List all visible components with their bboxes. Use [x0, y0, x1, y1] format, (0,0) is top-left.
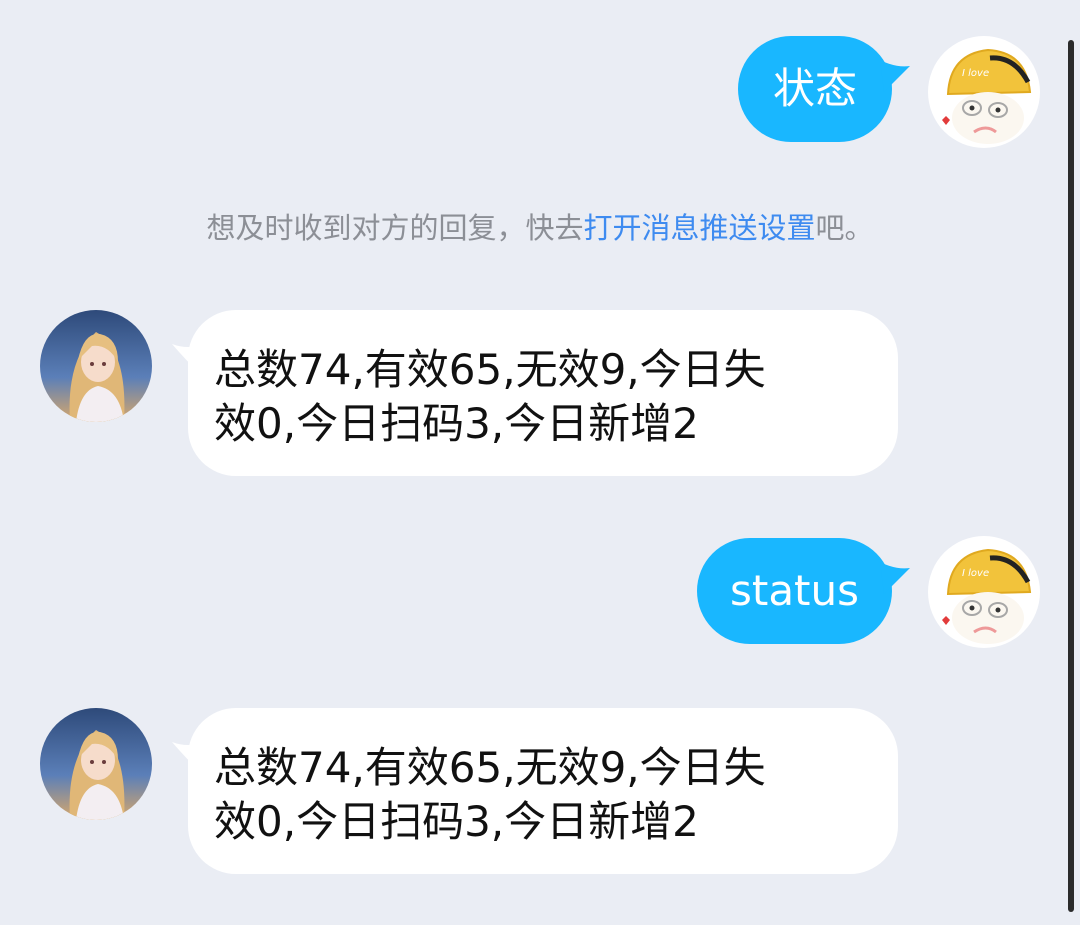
message-text-line: 总数74,有效65,无效9,今日失: [214, 345, 766, 394]
message-text: 状态: [772, 64, 857, 113]
chat-area[interactable]: 状态 I love 想及时收到对方的回复，快去打开消息推送设置吧。 总数74,有…: [0, 0, 1080, 925]
hint-text-prefix: 想及时收到对方的回复，快去: [206, 211, 584, 245]
message-text: status: [729, 566, 860, 615]
bubble-tail: [880, 60, 910, 92]
cap-text: I love: [962, 568, 989, 579]
bot-avatar[interactable]: [40, 708, 152, 820]
outgoing-message-bubble[interactable]: status: [697, 538, 892, 644]
message-text-line: 效0,今日扫码3,今日新增2: [214, 399, 699, 448]
my-avatar[interactable]: I love: [928, 536, 1040, 648]
incoming-message-bubble[interactable]: 总数74,有效65,无效9,今日失 效0,今日扫码3,今日新增2: [188, 708, 898, 874]
outgoing-message-bubble[interactable]: 状态: [738, 36, 892, 142]
open-push-settings-link[interactable]: 打开消息推送设置: [583, 211, 815, 245]
push-notification-hint: 想及时收到对方的回复，快去打开消息推送设置吧。: [0, 208, 1080, 248]
bot-avatar[interactable]: [40, 310, 152, 422]
bubble-tail: [880, 562, 910, 594]
message-text-line: 总数74,有效65,无效9,今日失: [214, 743, 766, 792]
message-text-line: 效0,今日扫码3,今日新增2: [214, 797, 699, 846]
incoming-message-bubble[interactable]: 总数74,有效65,无效9,今日失 效0,今日扫码3,今日新增2: [188, 310, 898, 476]
hint-text-suffix: 吧。: [815, 211, 874, 245]
scrollbar[interactable]: [1068, 40, 1074, 912]
cap-text: I love: [962, 68, 989, 79]
my-avatar[interactable]: I love: [928, 36, 1040, 148]
